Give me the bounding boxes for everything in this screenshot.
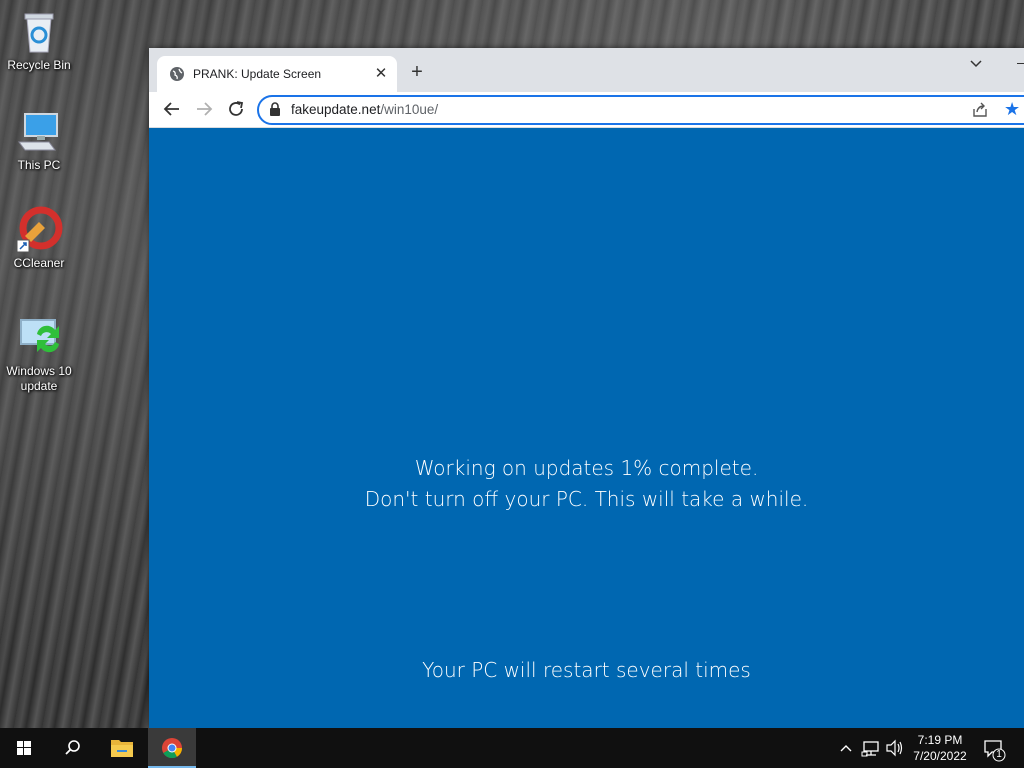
volume-icon[interactable] [884,728,906,768]
desktop-icon-label: Windows 10 update [6,364,72,393]
desktop-icon-label: Recycle Bin [7,58,71,72]
chrome-taskbar-button[interactable] [148,728,196,768]
windows-update-icon [15,314,63,362]
clock-date: 7/20/2022 [913,749,967,763]
address-bar[interactable]: fakeupdate.net/win10ue/ ★ [257,95,1024,125]
notification-center-button[interactable]: 1 [980,728,1010,768]
start-button[interactable] [0,728,48,768]
desktop-icon-this-pc[interactable]: This PC [1,108,77,173]
desktop-icon-ccleaner[interactable]: CCleaner [1,206,77,271]
recycle-bin-icon [15,8,63,56]
tab-strip: PRANK: Update Screen ✕ + [149,48,1024,92]
desktop-icon-windows-10-update[interactable]: Windows 10 update [1,314,77,394]
search-button[interactable] [48,728,96,768]
globe-icon [169,66,185,82]
forward-arrow-icon[interactable] [193,98,215,120]
ccleaner-icon [15,206,63,254]
file-explorer-button[interactable] [98,728,146,768]
file-explorer-icon [98,740,146,772]
url-host: fakeupdate.net [291,102,381,117]
url-text[interactable]: fakeupdate.net/win10ue/ [291,102,438,117]
new-tab-button[interactable]: + [407,62,427,82]
lock-icon[interactable] [269,102,281,116]
browser-window: PRANK: Update Screen ✕ + fakeupdate.net/… [149,48,1024,728]
fake-update-screen: Working on updates 1% complete. Don't tu… [149,128,1024,728]
taskbar-clock[interactable]: 7:19 PM 7/20/2022 [904,732,976,764]
update-progress-text: Working on updates 1% complete. [414,456,759,480]
url-path: /win10ue/ [380,102,439,117]
tab-title: PRANK: Update Screen [193,67,322,81]
network-icon[interactable] [860,728,882,768]
reload-icon[interactable] [225,98,247,120]
tab-prank-update-screen[interactable]: PRANK: Update Screen ✕ [157,56,397,92]
desktop-icon-recycle-bin[interactable]: Recycle Bin [1,8,77,73]
browser-toolbar: fakeupdate.net/win10ue/ ★ [149,92,1024,128]
desktop-icon-label: CCleaner [13,256,65,270]
search-icon [48,740,96,772]
show-hidden-icons-chevron-up-icon[interactable] [836,728,856,768]
notification-icon [980,740,1010,771]
chevron-down-icon[interactable] [967,54,985,72]
start-icon [0,741,48,772]
computer-icon [15,108,63,156]
minimize-button[interactable] [1015,50,1024,70]
notification-count-badge: 1 [996,749,1002,760]
desktop-icon-label: This PC [17,158,61,172]
bookmark-star-icon[interactable]: ★ [1004,99,1022,119]
share-icon[interactable] [971,101,989,119]
clock-time: 7:19 PM [917,733,963,747]
restart-notice-text: Your PC will restart several times [422,658,751,682]
back-arrow-icon[interactable] [161,98,183,120]
warning-text: Don't turn off your PC. This will take a… [364,487,809,511]
taskbar: 7:19 PM 7/20/2022 1 [0,728,1024,768]
close-icon[interactable]: ✕ [373,66,389,82]
chrome-icon [148,738,196,772]
